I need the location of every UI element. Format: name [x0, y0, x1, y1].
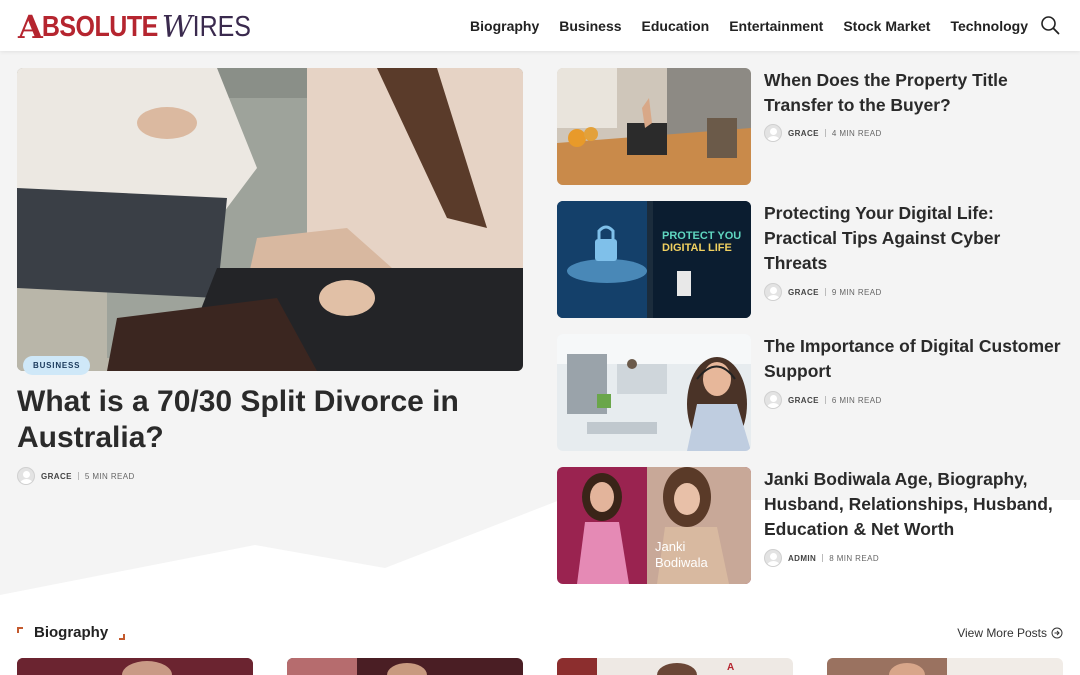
- read-time: 5 MIN READ: [84, 471, 135, 481]
- cyber-security-photo: PROTECT YOU DIGITAL LIFE: [557, 201, 751, 318]
- post-meta: ADMIN 8 MIN READ: [764, 549, 879, 567]
- author-name[interactable]: GRACE: [788, 288, 819, 297]
- bracket-decoration: [17, 627, 23, 633]
- section-header: Biography: [17, 624, 125, 641]
- meta-divider: [77, 472, 79, 480]
- hero-meta: GRACE 5 MIN READ: [17, 467, 135, 485]
- thumb-text: A: [727, 662, 734, 673]
- post-title[interactable]: When Does the Property Title Transfer to…: [764, 68, 1064, 118]
- biography-card[interactable]: [287, 658, 523, 675]
- card-thumbnail: [827, 658, 1063, 675]
- arrow-circle-right-icon: [1051, 627, 1063, 639]
- avatar-icon: [764, 391, 782, 409]
- nav-item-technology[interactable]: Technology: [950, 18, 1028, 34]
- author-name[interactable]: ADMIN: [788, 554, 816, 563]
- avatar-icon: [764, 549, 782, 567]
- property-photo: [557, 68, 751, 185]
- nav-item-biography[interactable]: Biography: [470, 18, 539, 34]
- meta-divider: [824, 129, 826, 137]
- nav-item-stock-market[interactable]: Stock Market: [843, 18, 930, 34]
- nav-item-entertainment[interactable]: Entertainment: [729, 18, 823, 34]
- author-name[interactable]: GRACE: [788, 396, 819, 405]
- card-thumbnail: [17, 658, 253, 675]
- hero-photo: [17, 68, 523, 371]
- post-thumbnail[interactable]: PROTECT YOU DIGITAL LIFE: [557, 201, 751, 318]
- author-name[interactable]: GRACE: [41, 472, 72, 481]
- avatar-icon: [764, 283, 782, 301]
- bracket-decoration: [119, 634, 125, 640]
- avatar-icon: [764, 124, 782, 142]
- read-time: 6 MIN READ: [831, 395, 882, 405]
- thumb-text: PROTECT YOU: [662, 230, 741, 242]
- post-title[interactable]: Janki Bodiwala Age, Biography, Husband, …: [764, 467, 1064, 542]
- logo-letter-a: A: [18, 8, 43, 46]
- post-title[interactable]: Protecting Your Digital Life: Practical …: [764, 201, 1064, 276]
- nav-item-education[interactable]: Education: [642, 18, 710, 34]
- meta-divider: [824, 396, 826, 404]
- section-title[interactable]: Biography: [34, 624, 108, 641]
- hero-image[interactable]: [17, 68, 523, 371]
- biography-card[interactable]: [17, 658, 253, 675]
- logo-letter-w: W: [161, 9, 193, 45]
- site-logo[interactable]: A BSOLUTE W IRES: [18, 8, 251, 46]
- site-header: A BSOLUTE W IRES Biography Business Educ…: [0, 0, 1080, 51]
- post-meta: GRACE 6 MIN READ: [764, 391, 882, 409]
- read-time: 8 MIN READ: [829, 553, 880, 563]
- biography-card[interactable]: A: [557, 658, 793, 675]
- category-badge[interactable]: BUSINESS: [23, 356, 91, 375]
- card-thumbnail: A: [557, 658, 793, 675]
- thumb-text: Janki: [655, 539, 685, 554]
- meta-divider: [822, 554, 824, 562]
- meta-divider: [824, 288, 826, 296]
- post-thumbnail[interactable]: Janki Bodiwala: [557, 467, 751, 584]
- post-meta: GRACE 9 MIN READ: [764, 283, 882, 301]
- logo-text-ires: IRES: [192, 10, 251, 43]
- post-thumbnail[interactable]: [557, 68, 751, 185]
- post-meta: GRACE 4 MIN READ: [764, 124, 882, 142]
- janki-bodiwala-photo: Janki Bodiwala: [557, 467, 751, 584]
- card-thumbnail: [287, 658, 523, 675]
- avatar-icon: [17, 467, 35, 485]
- logo-text-bsolute: BSOLUTE: [41, 10, 158, 43]
- biography-card[interactable]: [827, 658, 1063, 675]
- view-more-posts-link[interactable]: View More Posts: [957, 626, 1063, 640]
- view-more-label: View More Posts: [957, 626, 1047, 640]
- hero-title[interactable]: What is a 70/30 Split Divorce in Austral…: [17, 384, 517, 456]
- thumb-text: Bodiwala: [655, 555, 709, 570]
- read-time: 9 MIN READ: [831, 287, 882, 297]
- read-time: 4 MIN READ: [831, 128, 882, 138]
- main-nav: Biography Business Education Entertainme…: [470, 0, 1028, 51]
- post-thumbnail[interactable]: [557, 334, 751, 451]
- thumb-text: DIGITAL LIFE: [662, 242, 732, 254]
- customer-support-photo: [557, 334, 751, 451]
- nav-item-business[interactable]: Business: [559, 18, 621, 34]
- search-icon[interactable]: [1040, 15, 1060, 35]
- post-title[interactable]: The Importance of Digital Customer Suppo…: [764, 334, 1064, 384]
- author-name[interactable]: GRACE: [788, 129, 819, 138]
